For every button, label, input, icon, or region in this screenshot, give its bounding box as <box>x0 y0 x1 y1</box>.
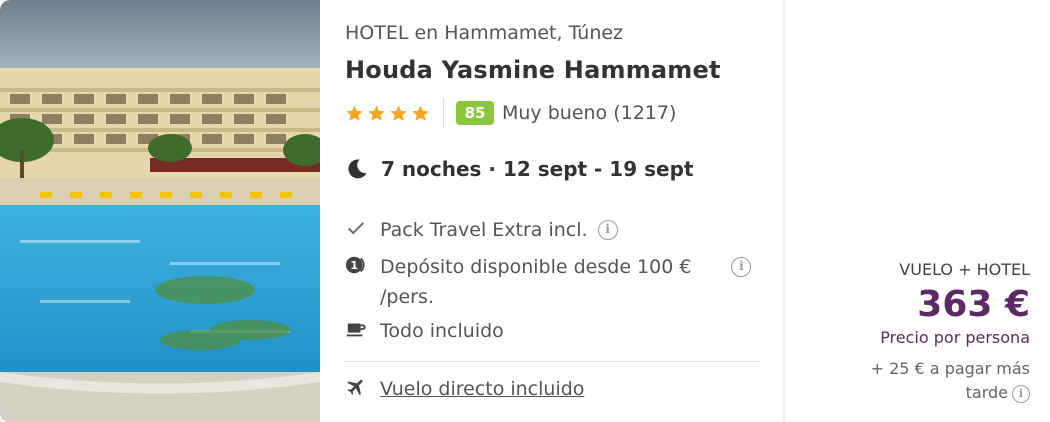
feature-text: Depósito disponible desde 100 € <box>380 256 692 278</box>
price-per-person-label: Precio por persona <box>880 328 1030 347</box>
hotel-name[interactable]: Houda Yasmine Hammamet <box>345 56 721 84</box>
star-icon <box>368 105 385 121</box>
star-icon <box>390 105 407 121</box>
rating-divider <box>443 98 444 128</box>
info-icon[interactable]: i <box>597 220 618 240</box>
price-amount: 363 € <box>917 284 1030 325</box>
info-icon[interactable]: i <box>1012 385 1030 403</box>
hotel-photo-image <box>0 0 320 422</box>
svg-text:1: 1 <box>350 259 358 272</box>
section-divider <box>345 361 760 362</box>
coffee-cup-icon <box>346 323 366 337</box>
package-type-label: VUELO + HOTEL <box>899 260 1030 279</box>
deposit-icon: 1 <box>345 256 365 274</box>
stay-dates-text: 7 noches · 12 sept - 19 sept <box>381 157 694 181</box>
hotel-info: HOTEL en Hammamet, Túnez Houda Yasmine H… <box>345 0 765 422</box>
review-summary[interactable]: Muy bueno (1217) <box>502 102 676 124</box>
feature-text: Todo incluido <box>380 320 504 342</box>
feature-travel-pack: Pack Travel Extra incl. i <box>345 215 618 245</box>
direct-flight-link[interactable]: Vuelo directo incluido <box>380 374 584 404</box>
rating-row: 85 Muy bueno (1217) <box>345 98 676 128</box>
extra-fee-text: + 25 € a pagar más tarde <box>870 359 1030 402</box>
price-panel[interactable]: VUELO + HOTEL 363 € Precio por persona +… <box>786 0 1050 422</box>
hotel-photo[interactable] <box>0 0 320 422</box>
hotel-category-location: HOTEL en Hammamet, Túnez <box>345 22 624 44</box>
flight-info: Vuelo directo incluido <box>345 374 584 404</box>
feature-all-inclusive: Todo incluido <box>345 316 504 346</box>
info-icon[interactable]: i <box>731 257 752 277</box>
extra-fee-note: + 25 € a pagar más tarde i <box>830 357 1030 405</box>
star-icon <box>412 105 429 121</box>
star-rating <box>345 104 430 123</box>
feature-text-continued: /pers. <box>380 286 434 308</box>
airplane-icon <box>347 379 363 396</box>
hotel-card[interactable]: HOTEL en Hammamet, Túnez Houda Yasmine H… <box>0 0 782 422</box>
review-score-badge: 85 <box>456 101 494 125</box>
feature-deposit: 1 Depósito disponible desde 100 € /pers.… <box>345 252 752 312</box>
feature-deposit-text: Depósito disponible desde 100 € /pers. <box>380 252 691 312</box>
check-icon <box>348 222 364 235</box>
stay-dates: 7 noches · 12 sept - 19 sept <box>345 157 693 181</box>
star-icon <box>346 105 363 121</box>
moon-icon <box>348 159 367 179</box>
feature-text: Pack Travel Extra incl. <box>380 219 588 241</box>
